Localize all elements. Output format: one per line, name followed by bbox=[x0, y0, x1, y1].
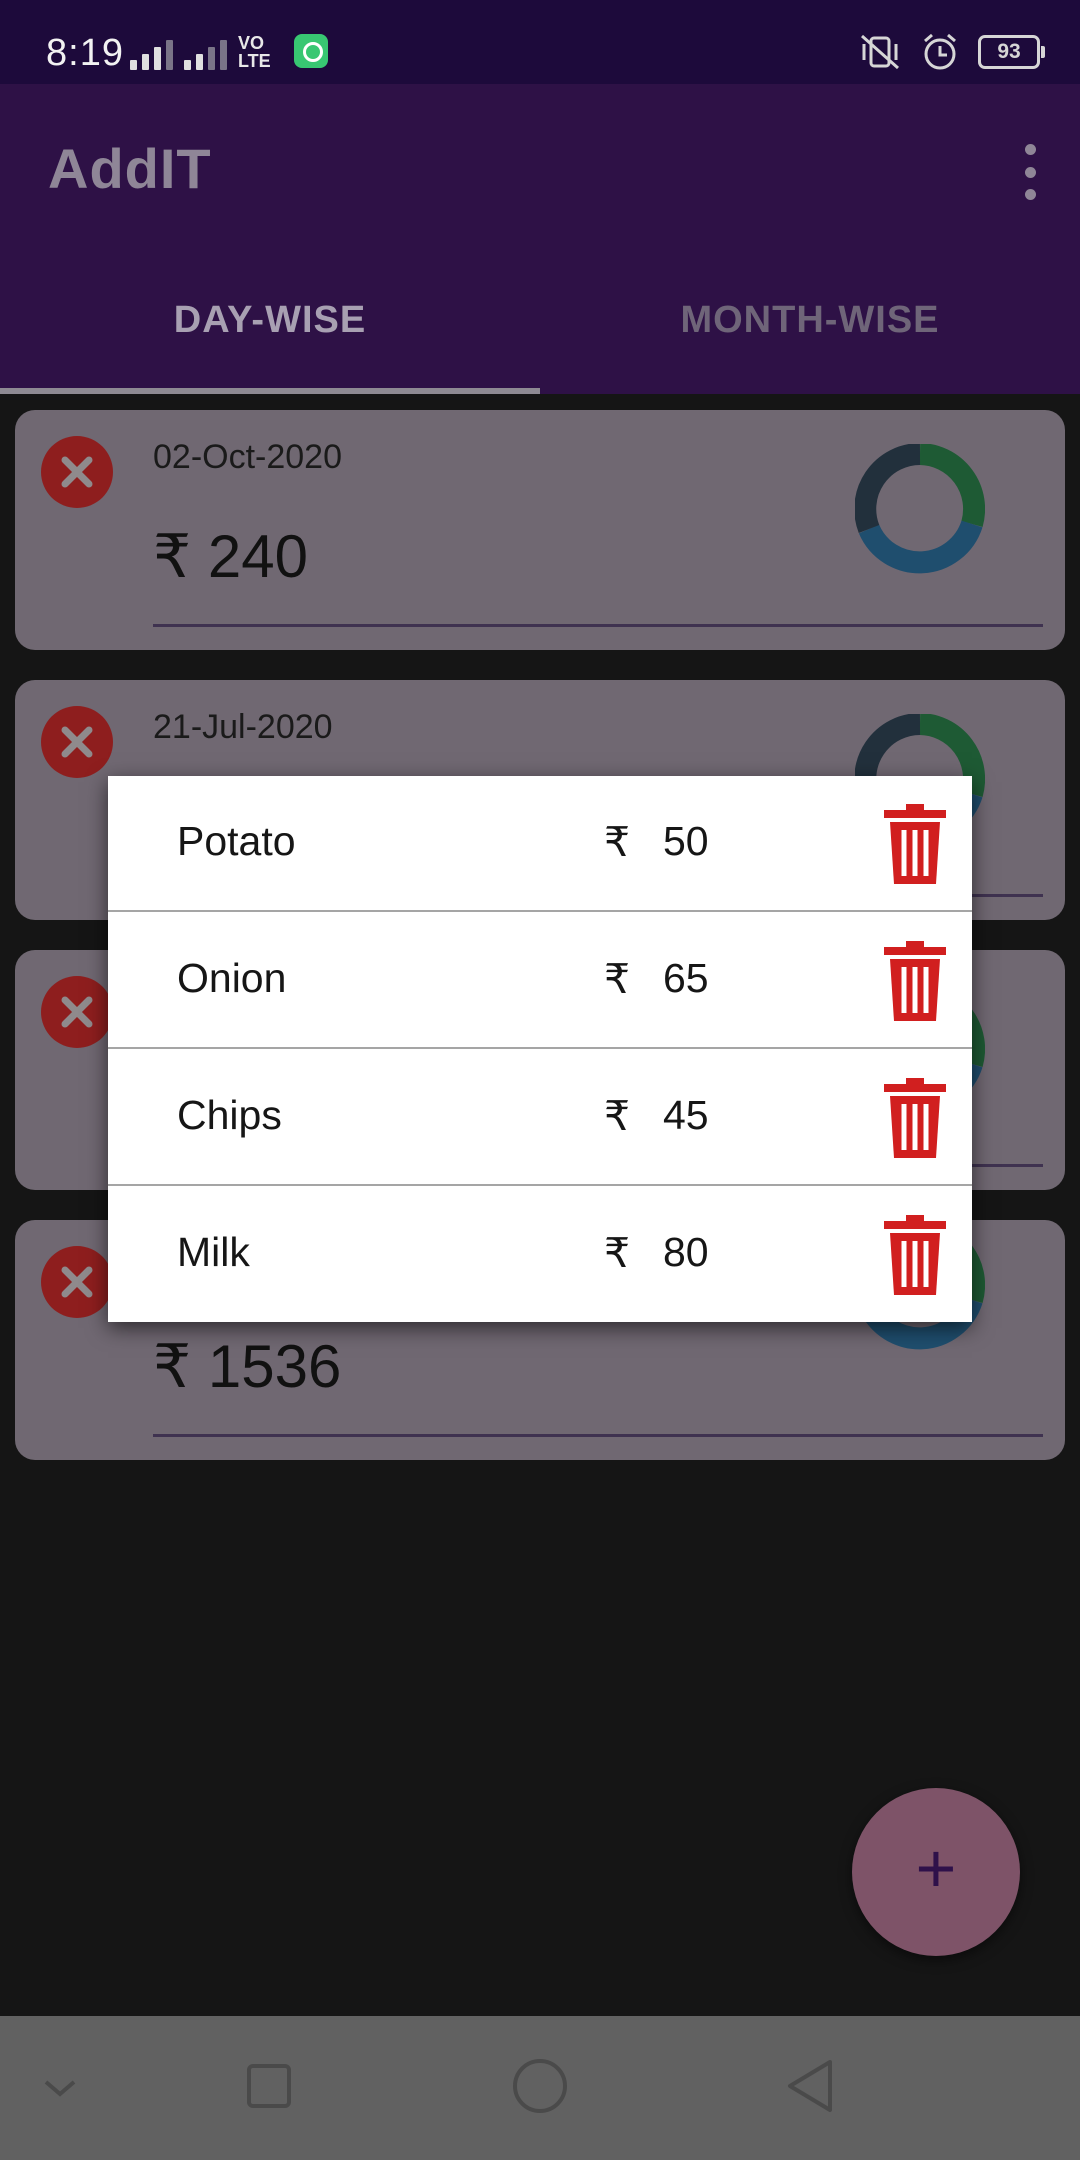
vibrate-off-icon bbox=[861, 34, 899, 70]
app-title: AddIT bbox=[48, 137, 212, 200]
item-name: Milk bbox=[177, 1229, 250, 1275]
divider bbox=[153, 1434, 1043, 1437]
alarm-icon bbox=[924, 33, 956, 70]
status-bar: 8:19 VO LTE 93 bbox=[0, 0, 1080, 84]
item-price: 65 bbox=[663, 955, 709, 1001]
tab-day-wise[interactable]: DAY-WISE bbox=[0, 299, 540, 342]
delete-card-button[interactable] bbox=[41, 976, 113, 1048]
status-time: 8:19 bbox=[46, 32, 124, 74]
trash-icon[interactable] bbox=[880, 800, 950, 888]
item-name: Onion bbox=[177, 955, 287, 1001]
trash-icon[interactable] bbox=[880, 937, 950, 1025]
battery-icon: 93 bbox=[978, 35, 1045, 69]
delete-card-button[interactable] bbox=[41, 436, 113, 508]
tab-month-wise[interactable]: MONTH-WISE bbox=[540, 299, 1080, 342]
currency-symbol: ₹ bbox=[604, 1230, 631, 1276]
app-notification-icon bbox=[294, 34, 328, 68]
currency-symbol: ₹ bbox=[604, 1093, 631, 1139]
day-card[interactable]: 02-Oct-2020 ₹ 240 bbox=[15, 410, 1065, 650]
system-nav-bar bbox=[0, 2016, 1080, 2160]
tab-indicator bbox=[0, 388, 540, 394]
item-price: 80 bbox=[663, 1229, 709, 1275]
close-icon bbox=[61, 456, 93, 488]
pie-chart-icon bbox=[855, 444, 985, 574]
currency-symbol: ₹ bbox=[604, 819, 631, 865]
list-item[interactable]: Onion ₹ 65 bbox=[108, 913, 972, 1049]
plus-icon: + bbox=[915, 1829, 957, 1907]
close-icon bbox=[61, 726, 93, 758]
signal-icon bbox=[130, 36, 173, 70]
card-date: 02-Oct-2020 bbox=[153, 438, 342, 476]
list-item[interactable]: Chips ₹ 45 bbox=[108, 1050, 972, 1186]
divider bbox=[108, 1047, 972, 1049]
home-icon[interactable] bbox=[510, 2058, 570, 2118]
divider bbox=[108, 1184, 972, 1186]
divider bbox=[108, 910, 972, 912]
list-item[interactable]: Milk ₹ 80 bbox=[108, 1187, 972, 1323]
close-icon bbox=[61, 1266, 93, 1298]
more-vert-icon[interactable] bbox=[1020, 144, 1040, 200]
chevron-down-icon[interactable] bbox=[40, 2058, 80, 2118]
volte-icon: VO LTE bbox=[238, 33, 271, 71]
card-amount: ₹ 240 bbox=[153, 523, 308, 590]
item-price: 45 bbox=[663, 1092, 709, 1138]
items-dialog: Potato ₹ 50 Onion ₹ 65 Chips ₹ 45 Milk ₹… bbox=[108, 776, 972, 1322]
card-amount: ₹ 1536 bbox=[153, 1333, 342, 1400]
back-icon[interactable] bbox=[782, 2058, 838, 2118]
item-price: 50 bbox=[663, 818, 709, 864]
delete-card-button[interactable] bbox=[41, 1246, 113, 1318]
list-item[interactable]: Potato ₹ 50 bbox=[108, 776, 972, 912]
card-date: 21-Jul-2020 bbox=[153, 708, 333, 746]
item-name: Chips bbox=[177, 1092, 282, 1138]
signal-icon bbox=[184, 36, 227, 70]
recents-icon[interactable] bbox=[244, 2058, 294, 2118]
divider bbox=[153, 624, 1043, 627]
trash-icon[interactable] bbox=[880, 1074, 950, 1162]
close-icon bbox=[61, 996, 93, 1028]
add-button[interactable]: + bbox=[852, 1788, 1020, 1956]
app-bar: AddIT DAY-WISE MONTH-WISE bbox=[0, 84, 1080, 394]
currency-symbol: ₹ bbox=[604, 956, 631, 1002]
item-name: Potato bbox=[177, 818, 296, 864]
trash-icon[interactable] bbox=[880, 1211, 950, 1299]
delete-card-button[interactable] bbox=[41, 706, 113, 778]
